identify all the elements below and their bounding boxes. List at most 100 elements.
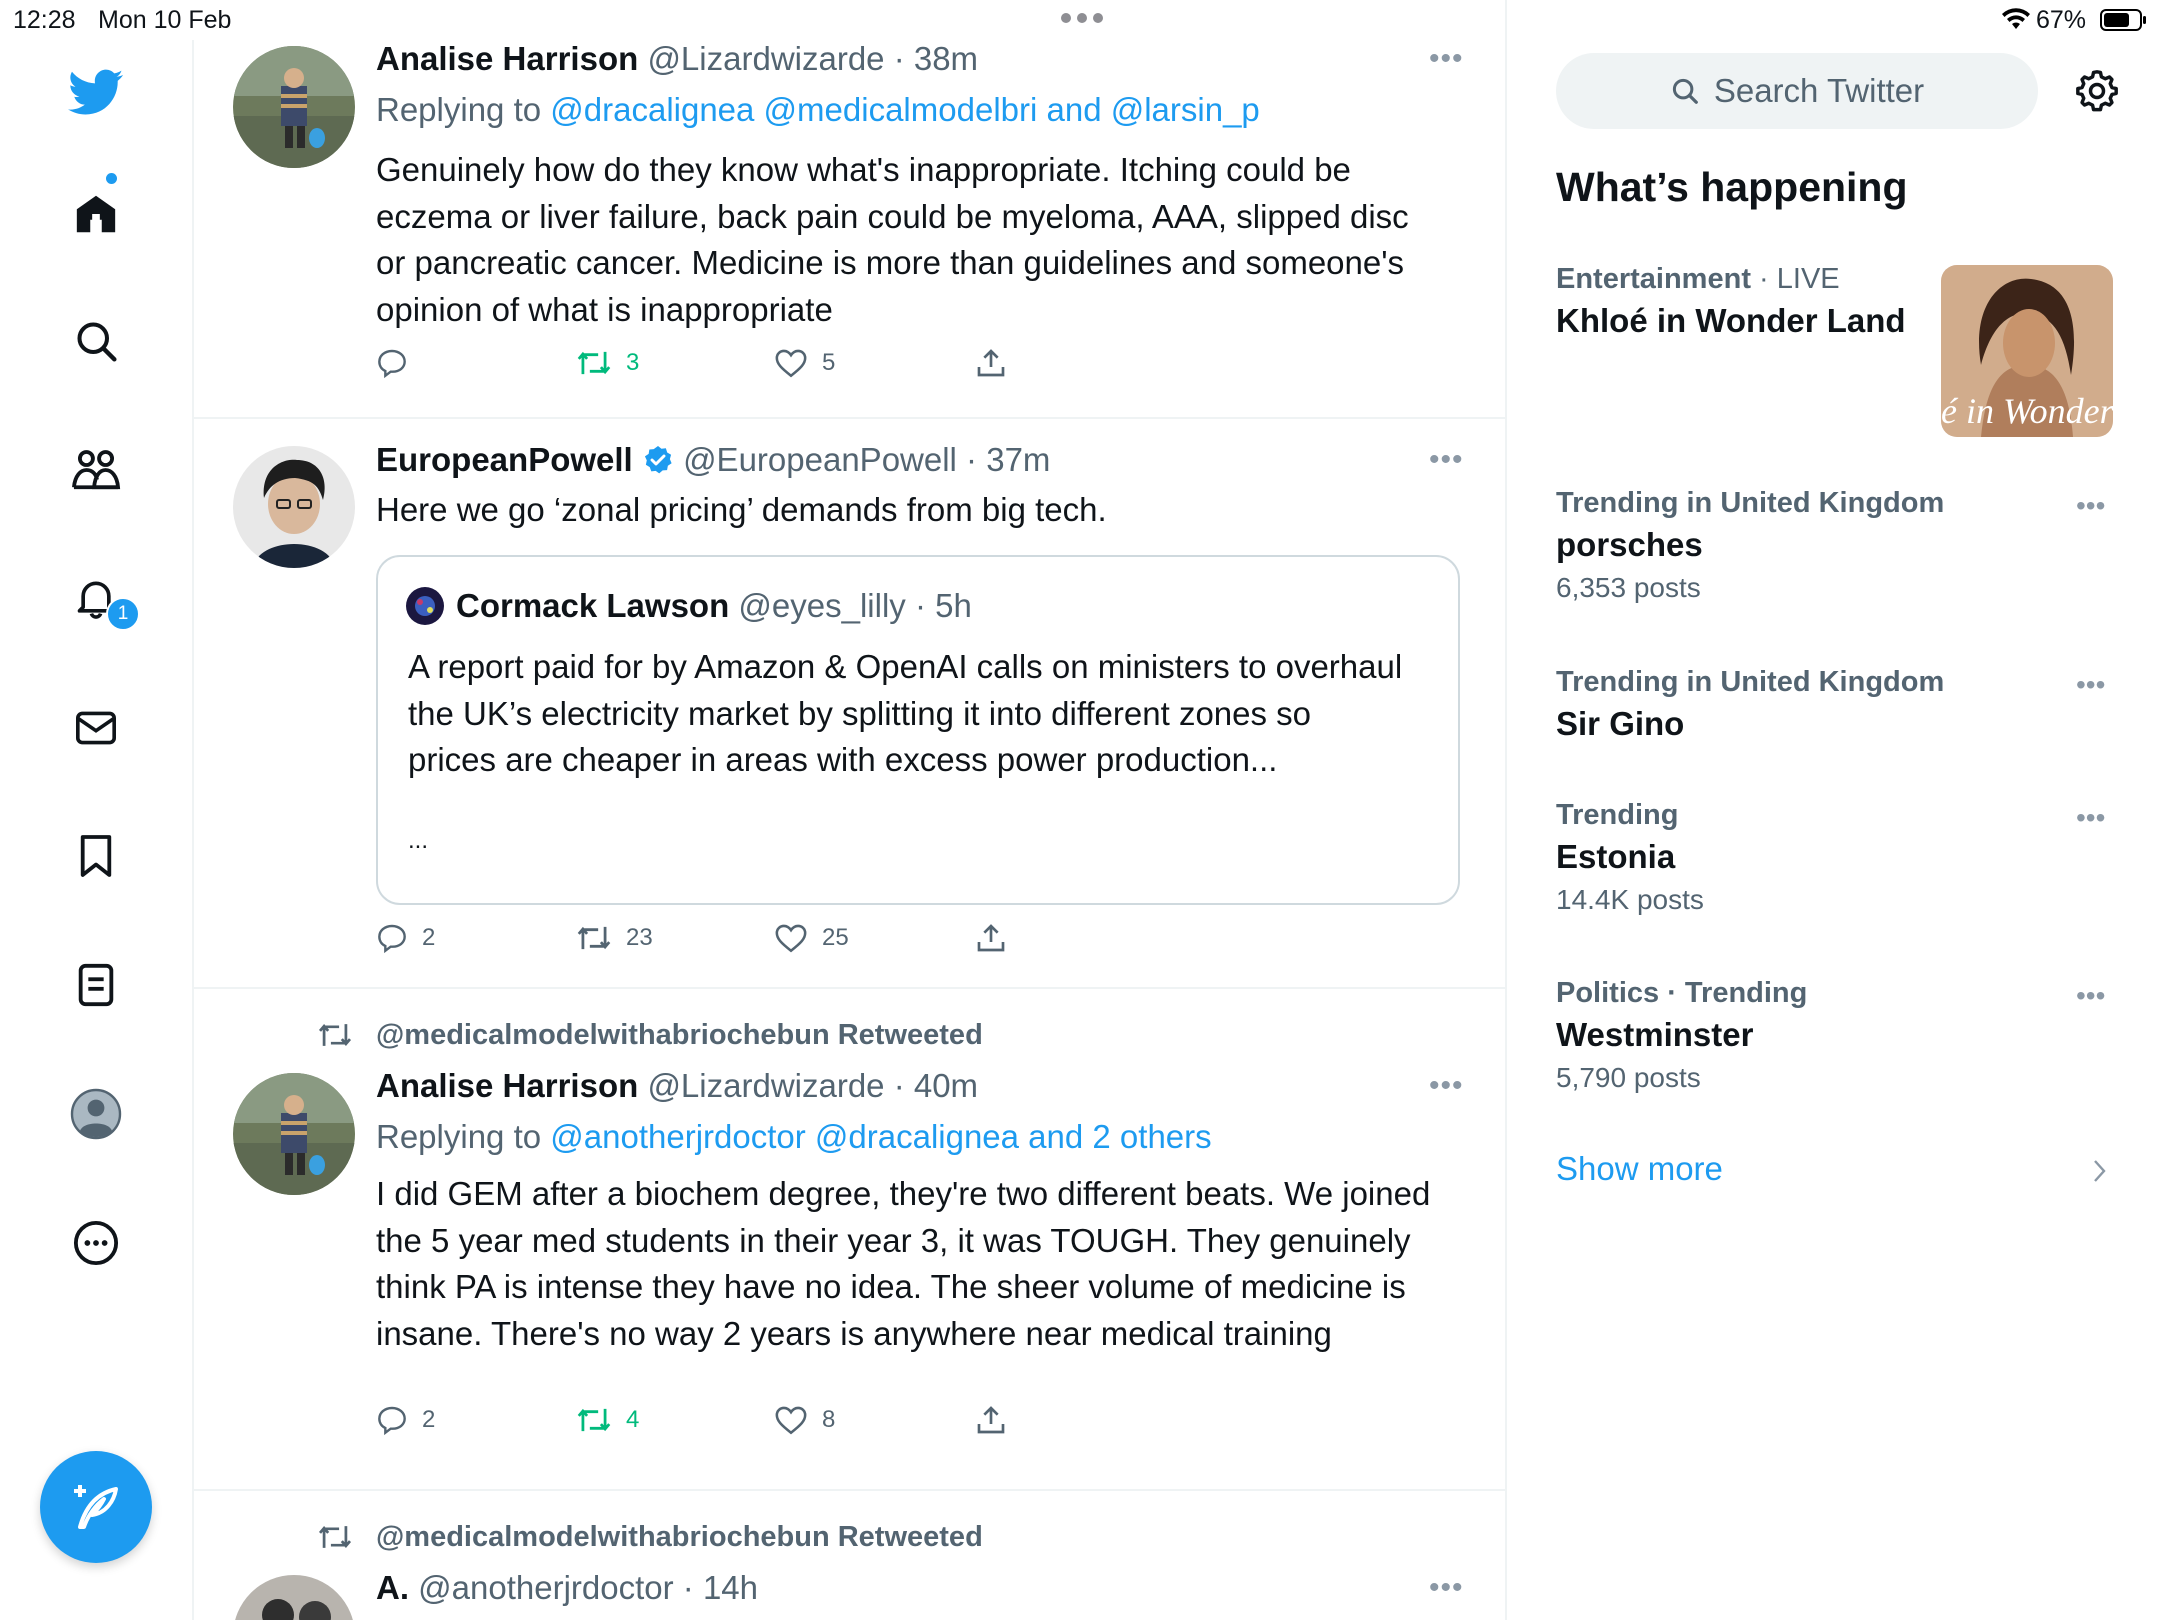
retweet-button[interactable]: 23	[576, 922, 653, 954]
author-handle[interactable]: @EuropeanPowell · 37m	[683, 441, 1050, 478]
tweet-actions: 2 23 25	[376, 922, 1276, 962]
trend-more-icon[interactable]: •••	[2076, 490, 2105, 522]
author-name[interactable]: Analise Harrison	[376, 40, 638, 77]
trend-title: Estonia	[1556, 838, 1676, 875]
reply-button[interactable]: 2	[376, 1404, 435, 1436]
replying-to-link[interactable]: @dracalignea @medicalmodelbri and @larsi…	[550, 91, 1260, 128]
author-name[interactable]: Analise Harrison	[376, 1067, 638, 1104]
retweet-icon	[577, 926, 611, 950]
heart-icon	[775, 924, 807, 953]
trend-image[interactable]: é in Wonder L	[1941, 265, 2113, 437]
trend-more-icon[interactable]: •••	[2076, 802, 2105, 834]
like-count: 25	[822, 924, 849, 951]
retweet-button[interactable]: 4	[576, 1404, 639, 1436]
author-name[interactable]: EuropeanPowell	[376, 441, 633, 478]
tweet[interactable]: EuropeanPowell @EuropeanPowell · 37m •••…	[193, 417, 1505, 989]
trend-live-label: · LIVE	[1750, 263, 1840, 295]
replying-to-link[interactable]: @anotherjrdoctor @dracalignea and 2 othe…	[550, 1118, 1211, 1155]
trend-post-count: 14.4K posts	[1556, 884, 1704, 915]
tweet-actions: 2 4 8	[376, 1404, 1276, 1444]
messages-icon[interactable]	[68, 700, 124, 756]
trend-more-icon[interactable]: •••	[2076, 669, 2105, 701]
heart-icon	[775, 1406, 807, 1435]
author-handle[interactable]: @anotherjrdoctor · 14h	[418, 1569, 758, 1606]
author-handle[interactable]: @Lizardwizarde · 38m	[647, 40, 978, 77]
trend-category: Entertainment	[1556, 263, 1751, 295]
tweet-more-icon[interactable]: •••	[1429, 1571, 1464, 1605]
bookmarks-icon[interactable]	[68, 828, 124, 884]
replying-prefix: Replying to	[376, 1118, 551, 1155]
retweeted-by[interactable]: @medicalmodelwithabriochebun Retweeted	[376, 1019, 983, 1052]
status-time: 12:28	[13, 6, 76, 34]
author-handle[interactable]: @Lizardwizarde · 40m	[647, 1067, 978, 1104]
timeline[interactable]: Analise Harrison @Lizardwizarde · 38m ••…	[193, 0, 1507, 1620]
more-icon[interactable]	[68, 1215, 124, 1271]
compose-button[interactable]	[40, 1451, 152, 1563]
like-button[interactable]: 25	[774, 922, 849, 954]
like-button[interactable]: 5	[774, 347, 835, 379]
retweet-count: 3	[626, 349, 640, 376]
settings-gear-icon[interactable]	[2074, 68, 2120, 114]
reply-icon	[378, 924, 406, 954]
trend-category: Trending in United Kingdom	[1556, 666, 1945, 698]
whats-happening-heading: What’s happening	[1556, 164, 1908, 210]
retweet-button[interactable]: 3	[576, 347, 639, 379]
like-button[interactable]: 8	[774, 1404, 835, 1436]
retweet-count: 4	[626, 1406, 640, 1433]
search-icon	[1672, 78, 1698, 104]
search-icon[interactable]	[68, 313, 124, 369]
avatar[interactable]	[233, 1073, 355, 1195]
quote-text: A report paid for by Amazon & OpenAI cal…	[408, 648, 1403, 778]
twitter-bird-icon[interactable]	[68, 65, 124, 121]
tweet-more-icon[interactable]: •••	[1429, 42, 1464, 76]
quote-author-handle: @eyes_lilly · 5h	[738, 587, 972, 624]
tweet[interactable]: Analise Harrison @Lizardwizarde · 38m ••…	[193, 0, 1505, 419]
retweeted-by[interactable]: @medicalmodelwithabriochebun Retweeted	[376, 1521, 983, 1554]
trend-item[interactable]: Trending in United Kingdom Sir Gino	[1556, 666, 2116, 743]
retweet-icon	[577, 1408, 611, 1432]
notifications-badge: 1	[106, 597, 140, 631]
quote-tweet[interactable]: Cormack Lawson @eyes_lilly · 5h A report…	[376, 555, 1460, 905]
lists-icon[interactable]	[68, 957, 124, 1013]
tweet[interactable]: @medicalmodelwithabriochebun Retweeted A…	[193, 987, 1505, 1491]
reply-icon	[378, 349, 406, 379]
share-button[interactable]	[975, 1404, 1007, 1436]
reply-button[interactable]	[376, 347, 422, 379]
retweeted-icon	[316, 1522, 354, 1552]
author-name[interactable]: A.	[376, 1569, 409, 1606]
tweet[interactable]: @medicalmodelwithabriochebun Retweeted A…	[193, 1489, 1505, 1620]
show-more-link[interactable]: Show more	[1556, 1150, 1723, 1188]
trend-item[interactable]: Politics · Trending Westminster 5,790 po…	[1556, 977, 2116, 1094]
nav-rail: 1	[0, 40, 194, 1620]
trend-more-icon[interactable]: •••	[2076, 980, 2105, 1012]
tweet-actions: 3 5	[376, 347, 1276, 387]
reply-button[interactable]: 2	[376, 922, 435, 954]
like-count: 5	[822, 349, 836, 376]
quote-ellipsis: ...	[408, 827, 429, 854]
share-icon	[977, 1406, 1005, 1434]
trend-item[interactable]: Trending in United Kingdom porsches 6,35…	[1556, 487, 2116, 604]
trend-category: Politics · Trending	[1556, 977, 1808, 1009]
profile-icon[interactable]	[68, 1086, 124, 1142]
tweet-more-icon[interactable]: •••	[1429, 1069, 1464, 1103]
tweet-text: Here we go ‘zonal pricing’ demands from …	[376, 491, 1107, 528]
chevron-right-icon[interactable]	[2092, 1158, 2108, 1184]
tweet-text: I did GEM after a biochem degree, they'r…	[376, 1175, 1431, 1352]
share-button[interactable]	[975, 922, 1007, 954]
trend-item[interactable]: Trending Estonia 14.4K posts	[1556, 799, 2116, 916]
trend-title: Westminster	[1556, 1016, 1754, 1053]
trend-post-count: 5,790 posts	[1556, 1062, 1701, 1093]
search-input[interactable]: Search Twitter	[1556, 53, 2038, 129]
tweet-more-icon[interactable]: •••	[1429, 443, 1464, 477]
avatar[interactable]	[233, 1575, 355, 1620]
avatar[interactable]	[233, 46, 355, 168]
avatar[interactable]	[233, 446, 355, 568]
tweet-header: A. @anotherjrdoctor · 14h	[376, 1569, 758, 1607]
communities-icon[interactable]	[68, 442, 124, 498]
trend-category: Trending	[1556, 799, 1679, 831]
retweet-count: 23	[626, 924, 653, 951]
replying-prefix: Replying to	[376, 91, 551, 128]
trend-title: Sir Gino	[1556, 705, 1685, 742]
share-button[interactable]	[975, 347, 1007, 379]
home-icon[interactable]	[68, 186, 124, 242]
